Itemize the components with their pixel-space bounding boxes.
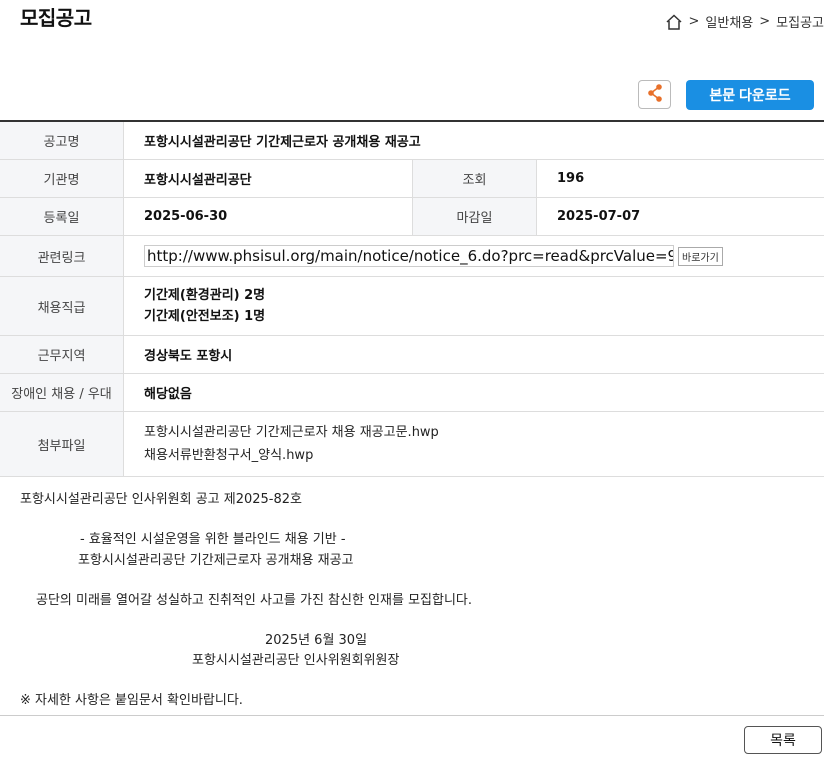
disabled-value: 해당없음	[123, 373, 824, 412]
table-row: 장애인 채용 / 우대 해당없음	[0, 373, 824, 412]
notice-number: 포항시시설관리공단 인사위원회 공고 제2025-82호	[20, 492, 302, 507]
attachment-link[interactable]: 채용서류반환청구서_양식.hwp	[144, 444, 824, 467]
home-icon[interactable]	[665, 13, 683, 31]
files-values: 포항시시설관리공단 기간제근로자 채용 재공고문.hwp 채용서류반환청구서_양…	[123, 411, 824, 477]
views-value: 196	[536, 159, 824, 198]
title-label: 공고명	[0, 121, 124, 160]
share-icon	[646, 83, 664, 107]
table-row: 관련링크 http://www.phsisul.org/main/notice/…	[0, 235, 824, 277]
table-row: 채용직급 기간제(환경관리) 2명 기간제(안전보조) 1명	[0, 276, 824, 336]
position-item: 기간제(환경관리) 2명	[144, 288, 266, 303]
notice-date: 2025년 6월 30일	[265, 633, 368, 648]
table-row: 첨부파일 포항시시설관리공단 기간제근로자 채용 재공고문.hwp 채용서류반환…	[0, 411, 824, 477]
attachment-link[interactable]: 포항시시설관리공단 기간제근로자 채용 재공고문.hwp	[144, 421, 824, 444]
position-values: 기간제(환경관리) 2명 기간제(안전보조) 1명	[123, 276, 824, 336]
breadcrumb-item-recruit-notice[interactable]: 모집공고	[776, 12, 824, 31]
org-label: 기관명	[0, 159, 124, 198]
table-row: 기관명 포항시시설관리공단 조회 196	[0, 159, 824, 198]
notice-info-table: 공고명 포항시시설관리공단 기간제근로자 공개채용 재공고 기관명 포항시시설관…	[0, 120, 824, 477]
share-button[interactable]	[638, 80, 671, 109]
go-link-button[interactable]: 바로가기	[678, 246, 723, 266]
table-row: 근무지역 경상북도 포항시	[0, 335, 824, 374]
list-button[interactable]: 목록	[744, 726, 822, 754]
views-label: 조회	[412, 159, 537, 198]
reg-date-label: 등록일	[0, 197, 124, 236]
divider	[0, 715, 824, 716]
disabled-label: 장애인 채용 / 우대	[0, 373, 124, 412]
breadcrumb: > 일반채용 > 모집공고	[665, 12, 824, 31]
deadline-label: 마감일	[412, 197, 537, 236]
notice-intro: 공단의 미래를 열어갈 성실하고 진취적인 사고를 가진 참신한 인재를 모집합…	[36, 593, 473, 608]
breadcrumb-separator: >	[759, 14, 771, 29]
deadline-value: 2025-07-07	[536, 197, 824, 236]
link-cell: http://www.phsisul.org/main/notice/notic…	[123, 235, 824, 277]
reg-date-value: 2025-06-30	[123, 197, 413, 236]
breadcrumb-item-general-hiring[interactable]: 일반채용	[705, 12, 753, 31]
breadcrumb-separator: >	[688, 14, 700, 29]
download-body-button[interactable]: 본문 다운로드	[686, 80, 814, 110]
position-label: 채용직급	[0, 276, 124, 336]
notice-subtitle: - 효율적인 시설운영을 위한 블라인드 채용 기반 -	[80, 532, 346, 547]
notice-footnote: ※ 자세한 사항은 붙임문서 확인바랍니다.	[20, 693, 243, 708]
table-row: 공고명 포항시시설관리공단 기간제근로자 공개채용 재공고	[0, 121, 824, 160]
link-label: 관련링크	[0, 235, 124, 277]
org-value: 포항시시설관리공단	[123, 159, 413, 198]
related-link-field[interactable]: http://www.phsisul.org/main/notice/notic…	[144, 245, 674, 267]
title-value: 포항시시설관리공단 기간제근로자 공개채용 재공고	[123, 121, 824, 160]
notice-heading: 포항시시설관리공단 기간제근로자 공개채용 재공고	[78, 553, 354, 568]
region-value: 경상북도 포항시	[123, 335, 824, 374]
notice-signer: 포항시시설관리공단 인사위원회위원장	[192, 653, 400, 668]
page-title: 모집공고	[20, 6, 92, 30]
position-item: 기간제(안전보조) 1명	[144, 309, 266, 324]
region-label: 근무지역	[0, 335, 124, 374]
table-row: 등록일 2025-06-30 마감일 2025-07-07	[0, 197, 824, 236]
files-label: 첨부파일	[0, 411, 124, 477]
